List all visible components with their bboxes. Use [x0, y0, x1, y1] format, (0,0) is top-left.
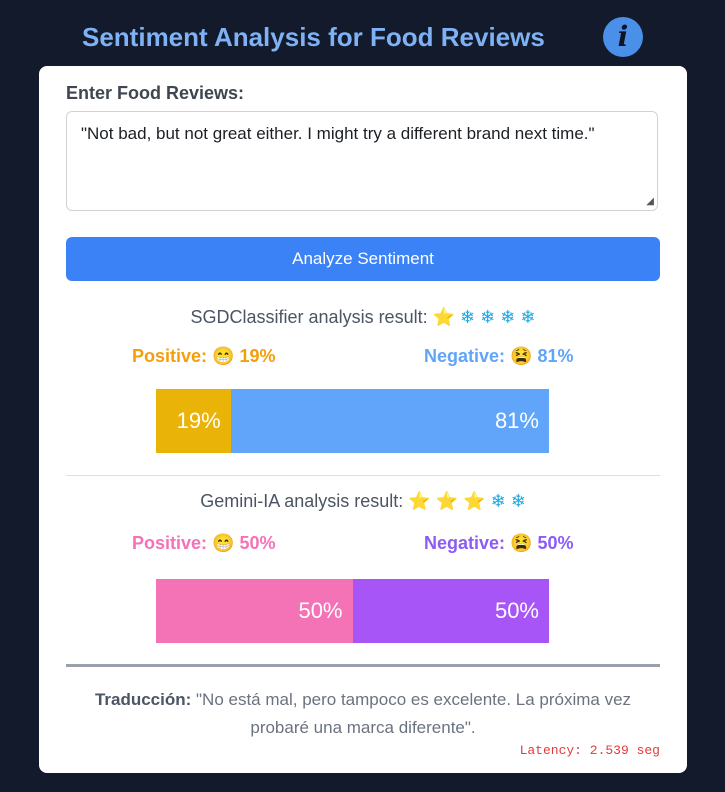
review-text: "Not bad, but not great either. I might …: [81, 124, 595, 143]
negative-percent: 81%: [537, 346, 574, 366]
review-input-label: Enter Food Reviews:: [66, 83, 245, 103]
negative-label-text: Negative:: [424, 346, 506, 366]
tired-face-icon: 😫: [510, 533, 533, 553]
section-divider: [66, 475, 660, 476]
negative-bar-segment: 81%: [230, 389, 549, 453]
sgd-result-heading: SGDClassifier analysis result: ⭐ ❄ ❄ ❄ ❄: [39, 307, 687, 328]
negative-label-text: Negative:: [424, 533, 506, 553]
snowflake-icon: ❄: [500, 307, 516, 327]
grinning-face-icon: 😁: [212, 346, 235, 366]
sgd-sentiment-bar: 19% 81%: [156, 389, 549, 453]
translation-label: Traducción:: [94, 690, 192, 709]
sgd-rating-icons: ⭐ ❄ ❄ ❄ ❄: [433, 307, 536, 327]
star-icon: ⭐: [435, 491, 459, 511]
translation-block: Traducción: "No está mal, pero tampoco e…: [79, 686, 647, 742]
analyze-sentiment-button[interactable]: Analyze Sentiment: [66, 237, 660, 281]
negative-bar-segment: 50%: [352, 579, 549, 643]
sgd-positive-label: Positive: 😁 19%: [132, 346, 276, 367]
page-title: Sentiment Analysis for Food Reviews: [82, 22, 545, 52]
negative-percent: 50%: [537, 533, 574, 553]
positive-label-text: Positive:: [132, 533, 208, 553]
positive-bar-segment: 19%: [156, 389, 231, 453]
star-icon: ⭐: [432, 307, 456, 327]
translation-text: "No está mal, pero tampoco es excelente.…: [191, 690, 632, 737]
snowflake-icon: ❄: [460, 307, 476, 327]
gemini-rating-icons: ⭐ ⭐ ⭐ ❄ ❄: [408, 491, 526, 511]
latency-readout: Latency: 2.539 seg: [519, 743, 660, 758]
snowflake-icon: ❄: [490, 491, 506, 511]
info-icon[interactable]: i: [603, 17, 643, 57]
positive-label-text: Positive:: [132, 346, 208, 366]
snowflake-icon: ❄: [510, 491, 526, 511]
star-icon: ⭐: [463, 491, 486, 511]
positive-percent: 19%: [239, 346, 276, 366]
sgd-negative-label: Negative: 😫 81%: [424, 346, 574, 367]
review-textarea[interactable]: "Not bad, but not great either. I might …: [66, 111, 658, 211]
resize-handle-icon[interactable]: ◢: [646, 197, 654, 207]
gemini-result-heading: Gemini-IA analysis result: ⭐ ⭐ ⭐ ❄ ❄: [39, 491, 687, 512]
gemini-negative-label: Negative: 😫 50%: [424, 533, 574, 554]
snowflake-icon: ❄: [480, 307, 496, 327]
star-icon: ⭐: [408, 491, 431, 511]
tired-face-icon: 😫: [510, 346, 533, 366]
positive-percent: 50%: [239, 533, 276, 553]
gemini-result-title: Gemini-IA analysis result:: [200, 491, 404, 511]
sgd-result-title: SGDClassifier analysis result:: [190, 307, 428, 327]
grinning-face-icon: 😁: [212, 533, 235, 553]
snowflake-icon: ❄: [520, 307, 536, 327]
gemini-positive-label: Positive: 😁 50%: [132, 533, 276, 554]
positive-bar-segment: 50%: [156, 579, 353, 643]
main-card: Enter Food Reviews: "Not bad, but not gr…: [39, 66, 687, 773]
translation-divider: [66, 664, 660, 667]
gemini-sentiment-bar: 50% 50%: [156, 579, 549, 643]
